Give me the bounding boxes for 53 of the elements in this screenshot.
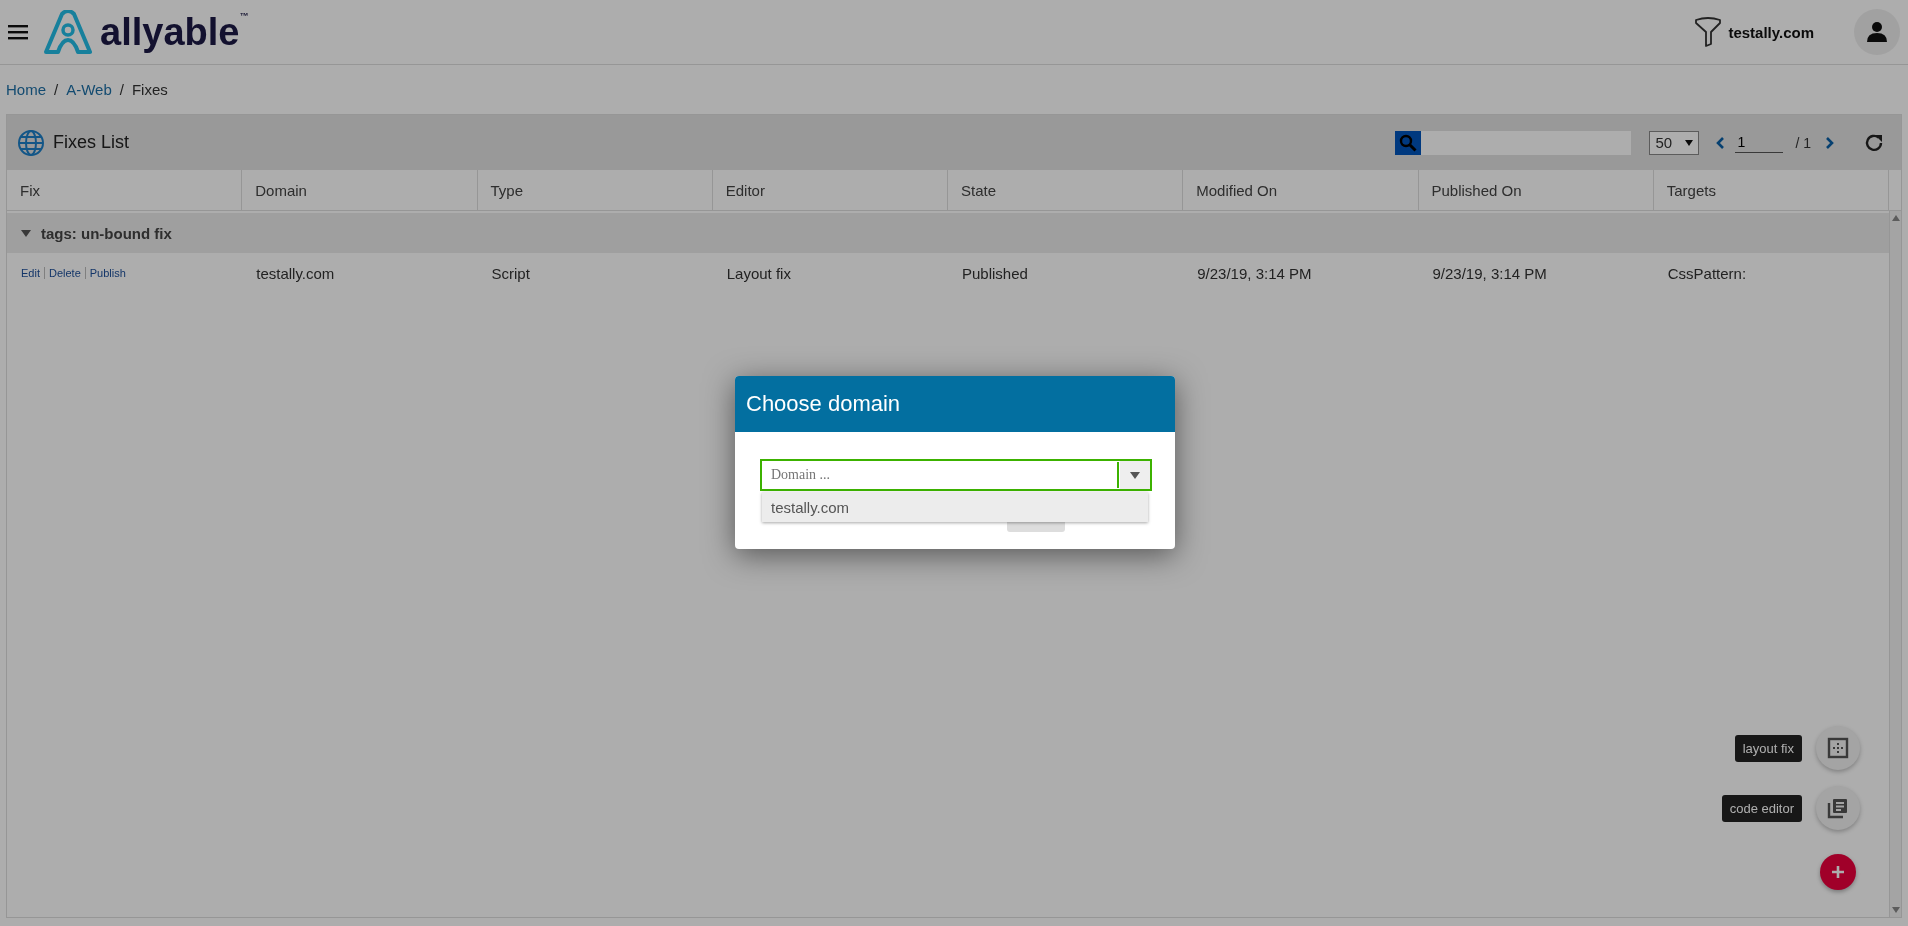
domain-combobox[interactable]: Domain ... [760,459,1152,491]
logo-text: allyable$^{™}$ [100,10,249,54]
code-editor-button[interactable] [1816,786,1860,830]
group-label: tags: un-bound fix [41,224,172,242]
dialog-title: Choose domain [735,376,1175,432]
user-avatar[interactable] [1854,9,1900,55]
column-header[interactable]: Fix [7,170,243,210]
table-cell-text: Layout fix [725,264,792,282]
breadcrumb-link[interactable]: A-Web [66,81,112,98]
table-cell-text: Script [490,264,531,282]
table-cell-text: CssPattern: [1666,264,1748,282]
column-header[interactable]: Published On [1418,170,1654,210]
breadcrumb-separator: / [119,81,124,98]
column-header[interactable]: Modified On [1183,170,1419,210]
table-cell-text: 9/23/19, 3:14 PM [1431,264,1548,282]
logo-icon [42,10,94,54]
column-header[interactable]: Targets [1653,170,1889,210]
table-cell-text: Published [961,264,1029,282]
page-size-select[interactable]: 50 [1649,130,1700,155]
breadcrumb-separator: / [54,81,59,98]
breadcrumb-current: Fixes [131,81,168,98]
page-total: / 1 [1795,134,1811,151]
dropdown-option[interactable]: testally.com [762,492,1148,522]
column-header[interactable]: Editor [712,170,948,210]
globe-icon [17,128,45,157]
scroll-up-icon[interactable] [1891,215,1900,221]
add-button[interactable] [1820,854,1856,890]
scrollbar[interactable] [1889,211,1901,917]
panel-title: Fixes List [53,132,130,153]
table-cell-text: 9/23/19, 3:14 PM [1196,264,1313,282]
filter-icon[interactable] [1694,17,1723,47]
caret-icon [1685,139,1694,146]
scroll-down-icon[interactable] [1891,907,1900,913]
search-icon [1399,133,1418,152]
tooltip: layout fix [1734,734,1802,762]
domain-filter-label: testally.com [1728,23,1814,41]
row-action-link[interactable]: Delete [43,267,85,279]
dotted-square-icon [1827,737,1849,759]
expand-toggle-icon[interactable] [21,228,31,238]
row-action-link[interactable]: Publish [84,267,130,279]
layout-fix-button[interactable] [1816,726,1860,770]
row-action-link[interactable]: Edit [21,267,44,279]
tooltip: code editor [1721,794,1802,822]
page-number-field[interactable]: 1 [1735,132,1784,153]
menu-icon[interactable] [8,24,28,40]
column-header[interactable]: State [948,170,1184,210]
table-cell-text: testally.com [255,264,336,282]
column-header[interactable]: Domain [242,170,478,210]
plus-icon [1831,865,1845,879]
documents-icon [1827,797,1849,819]
column-header[interactable]: Type [477,170,713,210]
breadcrumb-link[interactable]: Home [6,81,46,98]
caret-icon[interactable] [1130,471,1140,479]
